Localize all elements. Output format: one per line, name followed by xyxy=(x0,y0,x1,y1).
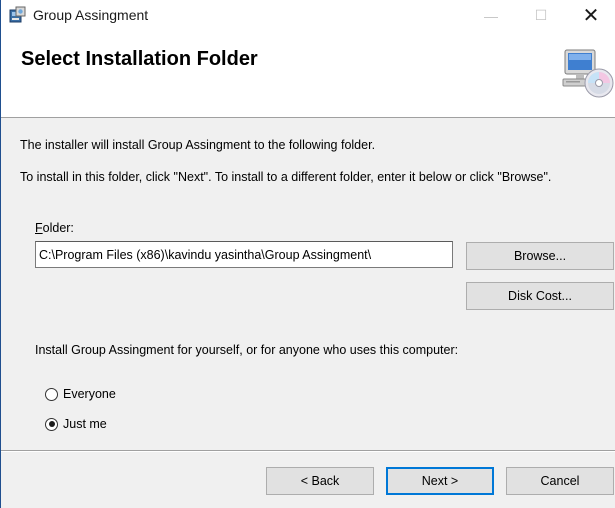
maximize-button[interactable]: ☐ xyxy=(516,0,566,31)
next-button[interactable]: Next > xyxy=(386,467,494,495)
minimize-button[interactable]: — xyxy=(466,0,516,31)
computer-cd-icon xyxy=(562,49,614,98)
window-title: Group Assingment xyxy=(33,7,149,23)
close-button[interactable]: ✕ xyxy=(566,0,615,31)
radio-option-just-me[interactable]: Just me xyxy=(45,417,107,431)
page-title: Select Installation Folder xyxy=(21,48,258,70)
cancel-button[interactable]: Cancel xyxy=(506,467,614,495)
radio-label: Everyone xyxy=(63,387,116,401)
radio-option-everyone[interactable]: Everyone xyxy=(45,387,116,401)
back-button[interactable]: < Back xyxy=(266,467,374,495)
folder-path-input[interactable] xyxy=(35,241,453,268)
disk-cost-button[interactable]: Disk Cost... xyxy=(466,282,614,310)
install-for-prompt: Install Group Assingment for yourself, o… xyxy=(35,343,459,357)
title-bar[interactable]: Group Assingment — ☐ ✕ xyxy=(1,0,615,32)
radio-label: Just me xyxy=(63,417,107,431)
folder-label: Folder: xyxy=(35,221,74,235)
header-banner: Select Installation Folder xyxy=(1,31,615,118)
window-controls: — ☐ ✕ xyxy=(466,0,615,31)
radio-button[interactable] xyxy=(45,387,58,401)
installer-app-icon xyxy=(9,6,26,23)
radio-button-selected[interactable] xyxy=(45,417,58,431)
folder-label-text: older: xyxy=(42,221,74,235)
installer-window: Group Assingment — ☐ ✕ Select Installati… xyxy=(0,0,615,508)
browse-button[interactable]: Browse... xyxy=(466,242,614,270)
instructions-text: To install in this folder, click "Next".… xyxy=(20,170,552,184)
footer-divider xyxy=(1,450,615,452)
folder-label-accelerator: F xyxy=(35,221,43,235)
install-location-text: The installer will install Group Assingm… xyxy=(20,138,376,152)
